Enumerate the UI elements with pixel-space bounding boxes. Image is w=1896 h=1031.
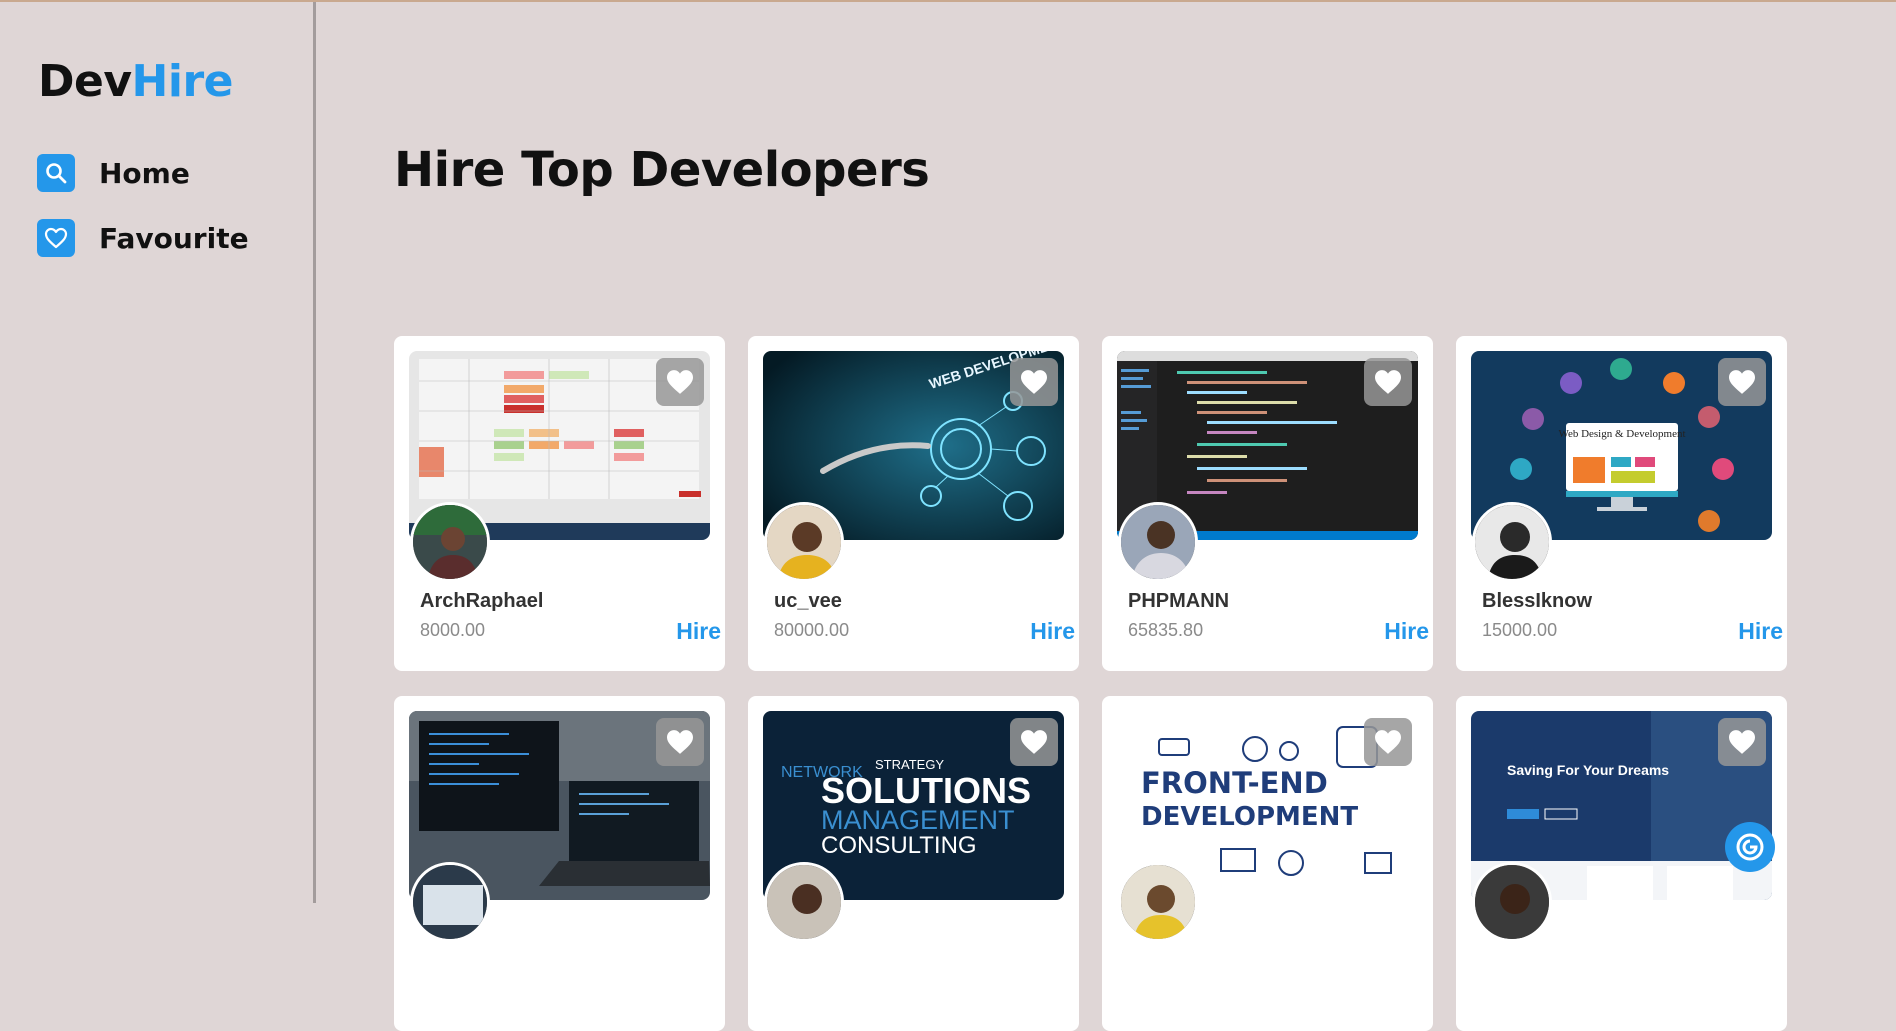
- favourite-button[interactable]: [656, 718, 704, 766]
- sidebar-item-favourite[interactable]: Favourite: [37, 219, 249, 257]
- favourite-button[interactable]: [1364, 718, 1412, 766]
- avatar: [1118, 862, 1198, 942]
- favourite-button[interactable]: [1364, 358, 1412, 406]
- avatar: [1472, 862, 1552, 942]
- favourite-button[interactable]: [1010, 718, 1058, 766]
- avatar: [1472, 502, 1552, 582]
- hire-button[interactable]: Hire: [1738, 618, 1783, 645]
- favourite-button[interactable]: [1718, 358, 1766, 406]
- developer-card[interactable]: SOLUTIONS MANAGEMENT CONSULTING STRATEGY…: [748, 696, 1079, 1031]
- sidebar-item-label: Favourite: [99, 221, 249, 255]
- developer-card[interactable]: ArchRaphael 8000.00 Hire: [394, 336, 725, 671]
- developer-price: 15000.00: [1482, 620, 1558, 640]
- heart-icon: [667, 730, 693, 754]
- developer-price: 65835.80: [1128, 620, 1204, 640]
- developer-card[interactable]: [394, 696, 725, 1031]
- sidebar: DevHire Home Favourite: [0, 2, 316, 903]
- developer-name: PHPMANN: [1128, 590, 1230, 612]
- developer-card[interactable]: Web Design & Development BlessIknow 1500…: [1456, 336, 1787, 671]
- grammar-assistant-icon: [1736, 833, 1764, 861]
- brand-part-dev: Dev: [38, 56, 132, 107]
- heart-icon: [1375, 730, 1401, 754]
- svg-text:STRATEGY: STRATEGY: [875, 757, 944, 772]
- heart-icon: [1375, 370, 1401, 394]
- heart-icon: [1729, 370, 1755, 394]
- developer-card[interactable]: WEB DEVELOPMENT uc_vee 80000.00 Hire: [748, 336, 1079, 671]
- developer-name: BlessIknow: [1482, 590, 1593, 612]
- hire-button[interactable]: Hire: [1030, 618, 1075, 645]
- svg-text:Web Design & Development: Web Design & Development: [1558, 428, 1685, 440]
- svg-text:NETWORK: NETWORK: [781, 764, 863, 781]
- svg-text:Saving For Your Dreams: Saving For Your Dreams: [1507, 762, 1669, 778]
- search-icon: [37, 154, 75, 192]
- developer-name: uc_vee: [774, 590, 842, 612]
- hire-button[interactable]: Hire: [676, 618, 721, 645]
- avatar: [764, 502, 844, 582]
- favourite-button[interactable]: [1010, 358, 1058, 406]
- heart-icon: [37, 219, 75, 257]
- developer-price: 8000.00: [420, 620, 486, 640]
- hire-button[interactable]: Hire: [1384, 618, 1429, 645]
- developer-card[interactable]: FRONT-END DEVELOPMENT: [1102, 696, 1433, 1031]
- favourite-button[interactable]: [656, 358, 704, 406]
- avatar: [410, 862, 490, 942]
- favourite-button[interactable]: [1718, 718, 1766, 766]
- developer-price: 80000.00: [774, 620, 850, 640]
- svg-text:DEVELOPMENT: DEVELOPMENT: [1141, 802, 1358, 832]
- heart-icon: [1729, 730, 1755, 754]
- heart-icon: [1021, 730, 1047, 754]
- svg-text:MANAGEMENT: MANAGEMENT: [821, 805, 1015, 835]
- heart-icon: [667, 370, 693, 394]
- sidebar-item-home[interactable]: Home: [37, 154, 190, 192]
- avatar: [410, 502, 490, 582]
- brand-part-hire: Hire: [131, 56, 234, 107]
- developer-name: ArchRaphael: [420, 590, 544, 612]
- sidebar-item-label: Home: [99, 156, 190, 190]
- avatar: [1118, 502, 1198, 582]
- avatar: [764, 862, 844, 942]
- page-title: Hire Top Developers: [394, 142, 930, 198]
- svg-text:CONSULTING: CONSULTING: [821, 832, 977, 859]
- grammar-assistant-button[interactable]: [1725, 822, 1775, 872]
- svg-text:FRONT-END: FRONT-END: [1141, 766, 1328, 800]
- developer-card[interactable]: PHPMANN 65835.80 Hire: [1102, 336, 1433, 671]
- brand-logo[interactable]: DevHire: [38, 56, 234, 107]
- heart-icon: [1021, 370, 1047, 394]
